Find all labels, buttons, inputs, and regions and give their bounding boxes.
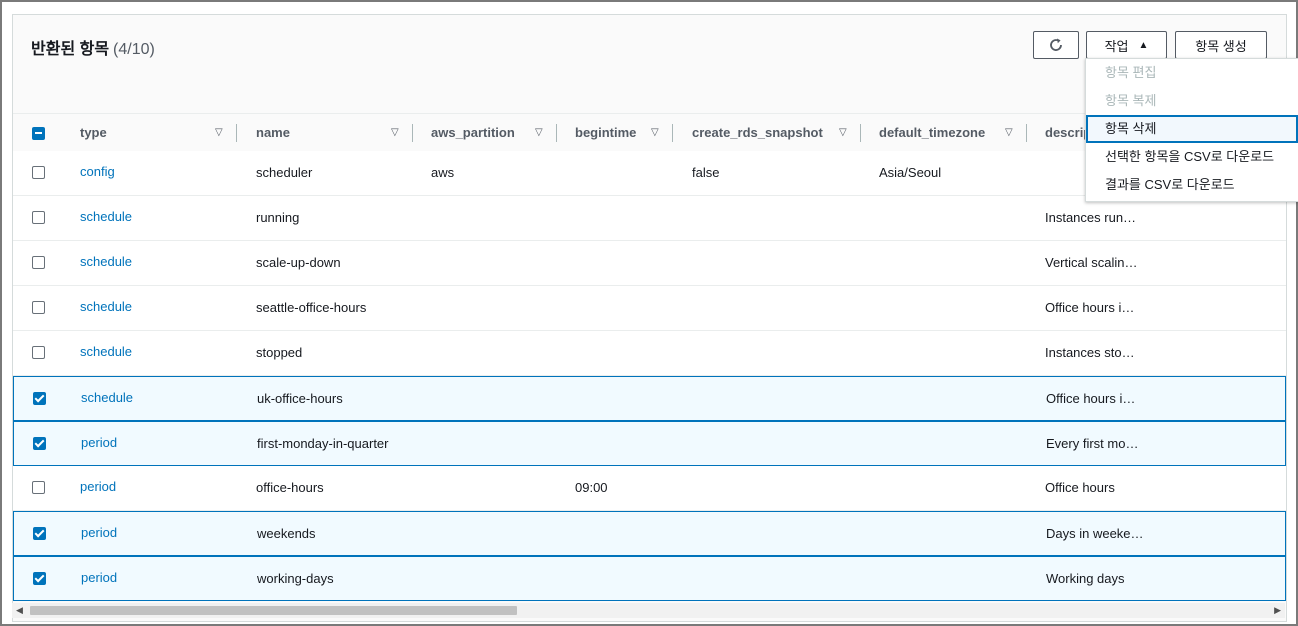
column-label: name [256, 125, 290, 140]
cell-type[interactable]: period [81, 557, 117, 601]
cell-description: Vertical scalin… [1045, 255, 1138, 270]
scrollbar-thumb[interactable] [30, 606, 517, 615]
cell-type[interactable]: period [81, 422, 117, 466]
column-header-name[interactable]: name ▽ [256, 114, 413, 152]
cell-type[interactable]: schedule [80, 286, 132, 330]
table-row[interactable]: period first-monday-in-quarter Every first… [13, 421, 1286, 466]
table-row[interactable]: schedule running Instances run… [13, 196, 1286, 241]
cell-name: office-hours [256, 480, 324, 495]
column-divider[interactable] [672, 124, 673, 142]
row-checkbox[interactable] [32, 166, 45, 179]
cell-type[interactable]: schedule [80, 196, 132, 240]
menu-item-download-selected-csv[interactable]: 선택한 항목을 CSV로 다운로드 [1086, 143, 1298, 171]
row-checkbox[interactable] [33, 572, 46, 585]
scroll-right-icon[interactable]: ▶ [1274, 603, 1281, 618]
column-label: create_rds_snapshot [692, 125, 823, 140]
menu-item-download-results-csv[interactable]: 결과를 CSV로 다운로드 [1086, 171, 1298, 199]
sort-down-icon[interactable]: ▽ [391, 114, 399, 152]
cell-description: Office hours i… [1046, 391, 1136, 406]
cell-name: first-monday-in-quarter [257, 436, 389, 451]
table-row[interactable]: period weekends Days in weeke… [13, 511, 1286, 556]
cell-type[interactable]: schedule [80, 331, 132, 375]
cell-description: Instances sto… [1045, 345, 1135, 360]
cell-name: seattle-office-hours [256, 300, 367, 315]
table-row[interactable]: schedule scale-up-down Vertical scalin… [13, 241, 1286, 286]
column-divider[interactable] [556, 124, 557, 142]
table-row[interactable]: schedule stopped Instances sto… [13, 331, 1286, 376]
column-divider[interactable] [412, 124, 413, 142]
actions-button[interactable]: 작업 ▲ [1086, 31, 1167, 59]
select-all-checkbox[interactable] [32, 127, 45, 140]
column-header-begintime[interactable]: begintime ▽ [575, 114, 673, 152]
caret-up-icon: ▲ [1138, 39, 1149, 51]
sort-down-icon[interactable]: ▽ [1005, 114, 1013, 152]
column-header-type[interactable]: type ▽ [80, 114, 237, 152]
sort-down-icon[interactable]: ▽ [535, 114, 543, 152]
cell-name: working-days [257, 571, 334, 586]
column-label: aws_partition [431, 125, 515, 140]
column-divider[interactable] [1026, 124, 1027, 142]
cell-name: scheduler [256, 165, 313, 180]
selection-count: (4/10) [113, 41, 155, 58]
cell-name: scale-up-down [256, 255, 341, 270]
create-item-button[interactable]: 항목 생성 [1175, 31, 1267, 59]
cell-description: Instances run… [1045, 210, 1137, 225]
refresh-button[interactable] [1033, 31, 1079, 59]
cell-description: Days in weeke… [1046, 526, 1144, 541]
row-checkbox[interactable] [32, 256, 45, 269]
cell-default-timezone: Asia/Seoul [879, 165, 942, 180]
refresh-icon [1050, 38, 1062, 51]
column-label: type [80, 125, 107, 140]
column-label: default_timezone [879, 125, 986, 140]
cell-begintime: 09:00 [575, 480, 608, 495]
row-checkbox[interactable] [33, 437, 46, 450]
actions-label: 작업 [1104, 38, 1129, 54]
column-label: begintime [575, 125, 637, 140]
cell-name: running [256, 210, 300, 225]
sort-down-icon[interactable]: ▽ [215, 114, 223, 152]
column-header-create-rds-snapshot[interactable]: create_rds_snapshot ▽ [692, 114, 861, 152]
column-header-default-timezone[interactable]: default_timezone ▽ [879, 114, 1027, 152]
menu-item-delete[interactable]: 항목 삭제 [1086, 115, 1298, 143]
column-header-aws-partition[interactable]: aws_partition ▽ [431, 114, 557, 152]
cell-name: weekends [257, 526, 316, 541]
row-checkbox[interactable] [32, 301, 45, 314]
row-checkbox[interactable] [33, 392, 46, 405]
actions-dropdown-menu: 항목 편집 항목 복제 항목 삭제 선택한 항목을 CSV로 다운로드 결과를 … [1085, 58, 1298, 202]
table-row[interactable]: schedule seattle-office-hours Office hours… [13, 286, 1286, 331]
table-row[interactable]: period working-days Working days [13, 556, 1286, 601]
column-divider[interactable] [236, 124, 237, 142]
row-checkbox[interactable] [33, 527, 46, 540]
scroll-left-icon[interactable]: ◀ [16, 603, 23, 618]
cell-name: stopped [256, 345, 303, 360]
menu-item-edit[interactable]: 항목 편집 [1086, 59, 1298, 87]
title-text: 반환된 항목 [31, 41, 110, 58]
menu-item-duplicate[interactable]: 항목 복제 [1086, 87, 1298, 115]
window-frame: 반환된 항목 (4/10) 작업 ▲ 항목 생성 type ▽ name ▽ a… [0, 0, 1298, 626]
cell-type[interactable]: period [80, 466, 116, 510]
page-title: 반환된 항목 (4/10) [31, 35, 155, 59]
create-label: 항목 생성 [1195, 38, 1247, 54]
cell-description: Office hours [1045, 480, 1115, 495]
cell-type[interactable]: schedule [80, 241, 132, 285]
sort-down-icon[interactable]: ▽ [839, 114, 847, 152]
cell-create-rds-snapshot: false [692, 165, 720, 180]
row-checkbox[interactable] [32, 346, 45, 359]
cell-type[interactable]: config [80, 151, 115, 195]
cell-type[interactable]: period [81, 512, 117, 556]
horizontal-scrollbar[interactable]: ◀ ▶ [12, 603, 1285, 618]
sort-down-icon[interactable]: ▽ [651, 114, 659, 152]
row-checkbox[interactable] [32, 481, 45, 494]
cell-name: uk-office-hours [257, 391, 343, 406]
table-row[interactable]: schedule uk-office-hours Office hours i… [13, 376, 1286, 421]
cell-aws-partition: aws [431, 165, 455, 180]
cell-description: Office hours i… [1045, 300, 1135, 315]
cell-type[interactable]: schedule [81, 377, 133, 421]
cell-description: Working days [1046, 571, 1125, 586]
column-divider[interactable] [860, 124, 861, 142]
table-row[interactable]: period office-hours 09:00 Office hours [13, 466, 1286, 511]
cell-description: Every first mo… [1046, 436, 1139, 451]
row-checkbox[interactable] [32, 211, 45, 224]
